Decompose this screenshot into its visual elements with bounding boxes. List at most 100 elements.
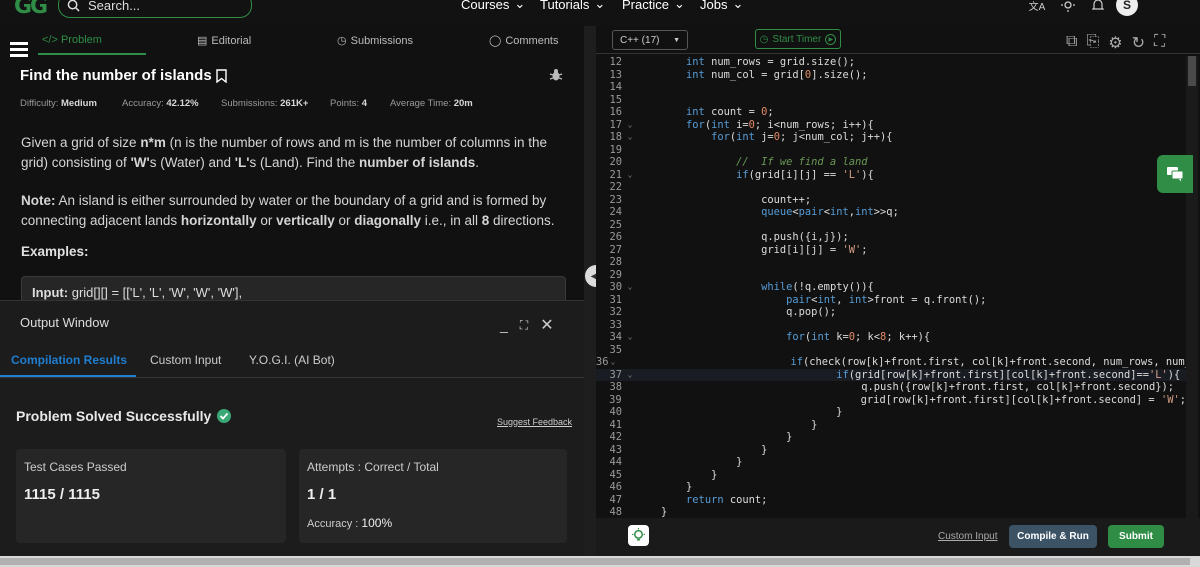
nav-tutorials[interactable]: Tutorials ⌄ — [540, 0, 605, 12]
code-line[interactable]: 34 ⌄ for(int k=0; k<8; k++){ — [596, 331, 1186, 344]
tab-submissions[interactable]: ◷ Submissions — [337, 34, 413, 48]
suggest-feedback-link[interactable]: Suggest Feedback — [497, 417, 572, 427]
tab-problem[interactable]: </> Problem — [42, 34, 102, 46]
line-number: 27 — [609, 243, 622, 256]
fold-chevron-icon[interactable]: ⌄ — [624, 331, 636, 344]
code-line[interactable]: 15 — [596, 94, 1186, 107]
fold-chevron-icon[interactable]: ⌄ — [624, 119, 636, 132]
code-line[interactable]: 41 } — [596, 419, 1186, 432]
code-line[interactable]: 16 int count = 0; — [596, 106, 1186, 119]
code-line[interactable]: 33 — [596, 319, 1186, 332]
line-number: 47 — [609, 493, 622, 506]
code-line[interactable]: 32 q.pop(); — [596, 306, 1186, 319]
code-line[interactable]: 22 — [596, 181, 1186, 194]
translate-icon[interactable]: 文A — [1027, 0, 1047, 14]
code-line[interactable]: 13 int num_col = grid[0].size(); — [596, 69, 1186, 82]
copy-icon[interactable]: ⧉ — [1066, 33, 1077, 53]
tab-editorial[interactable]: ▤ Editorial — [197, 34, 251, 48]
code-line[interactable]: 26 q.push({i,j}); — [596, 231, 1186, 244]
code-line[interactable]: 42 } — [596, 431, 1186, 444]
line-number: 14 — [609, 81, 622, 93]
nav-courses[interactable]: Courses ⌄ — [461, 0, 525, 12]
fold-chevron-icon[interactable]: ⌄ — [624, 131, 636, 144]
tab-yogi-ai-bot[interactable]: Y.O.G.I. (AI Bot) — [249, 353, 335, 367]
report-bug-icon[interactable] — [549, 68, 563, 82]
submit-button[interactable]: Submit — [1108, 525, 1164, 548]
tab-compilation-results[interactable]: Compilation Results — [11, 353, 127, 367]
line-number: 25 — [609, 218, 622, 231]
code-area[interactable]: 12 int num_rows = grid.size(); 13 int num… — [596, 56, 1186, 518]
fold-chevron-icon[interactable]: ⌄ — [624, 281, 636, 294]
code-line[interactable]: 43 } — [596, 444, 1186, 457]
problem-description: Given a grid of size n*m (n is the numbe… — [21, 135, 548, 170]
code-line[interactable]: 30 ⌄ while(!q.empty()){ — [596, 281, 1186, 294]
pane-divider[interactable] — [584, 26, 596, 556]
code-line[interactable]: 38 q.push({row[k]+front.first, col[k]+fr… — [596, 381, 1186, 394]
nav-jobs[interactable]: Jobs ⌄ — [700, 0, 743, 12]
line-number: 38 — [609, 381, 622, 393]
chat-button[interactable] — [1157, 155, 1193, 193]
fold-gutter — [624, 381, 636, 394]
start-timer-button[interactable]: ◷ Start Timer ▶ — [755, 29, 841, 49]
nav-practice[interactable]: Practice ⌄ — [622, 0, 685, 12]
fullscreen-icon[interactable]: ⛶ — [1154, 33, 1165, 53]
gfg-logo[interactable]: GG — [14, 0, 48, 19]
maximize-icon[interactable]: ⛶ — [520, 318, 528, 333]
line-number: 21 — [609, 168, 622, 181]
theme-toggle-icon[interactable] — [1058, 0, 1078, 14]
code-line[interactable]: 36 ⌄ if(check(row[k]+front.first, col[k]+… — [596, 356, 1186, 369]
code-line[interactable]: 12 int num_rows = grid.size(); — [596, 56, 1186, 69]
code-line[interactable]: 20 // If we find a land — [596, 156, 1186, 169]
meta-points: Points: 4 — [330, 98, 367, 109]
line-number: 15 — [609, 93, 622, 106]
tab-custom-input[interactable]: Custom Input — [150, 353, 221, 367]
hamburger-menu-icon[interactable] — [10, 42, 28, 60]
code-line[interactable]: 27 grid[i][j] = 'W'; — [596, 244, 1186, 257]
compile-run-button[interactable]: Compile & Run — [1009, 525, 1097, 548]
search-box[interactable]: Search... — [58, 0, 252, 18]
code-line[interactable]: 19 — [596, 144, 1186, 157]
code-line[interactable]: 24 queue<pair<int,int>>q; — [596, 206, 1186, 219]
code-line[interactable]: 46 } — [596, 481, 1186, 494]
minimize-icon[interactable]: _ — [500, 317, 508, 333]
close-icon[interactable]: ✕ — [540, 315, 553, 335]
lightbulb-icon[interactable] — [628, 525, 649, 546]
code-line[interactable]: 48 } — [596, 506, 1186, 518]
active-tab-indicator — [38, 53, 146, 55]
line-number: 23 — [609, 193, 622, 206]
custom-input-link[interactable]: Custom Input — [938, 531, 997, 542]
code-text: if(grid[row[k]+front.first][col[k]+front… — [836, 368, 1181, 381]
settings-icon[interactable]: ⚙ — [1108, 33, 1122, 53]
page-horizontal-scrollbar[interactable] — [0, 556, 1200, 567]
code-line[interactable]: 23 count++; — [596, 194, 1186, 207]
code-line[interactable]: 39 grid[row[k]+front.first][col[k]+front… — [596, 394, 1186, 407]
code-line[interactable]: 28 — [596, 256, 1186, 269]
bell-icon[interactable] — [1088, 0, 1108, 14]
examples-heading: Examples: — [21, 244, 89, 259]
code-line[interactable]: 35 — [596, 344, 1186, 357]
user-avatar[interactable]: S — [1116, 0, 1138, 16]
bookmark-icon[interactable] — [215, 68, 227, 83]
code-line[interactable]: 44 } — [596, 456, 1186, 469]
fold-gutter — [624, 319, 636, 332]
code-line[interactable]: 18 ⌄ for(int j=0; j<num_col; j++){ — [596, 131, 1186, 144]
code-line[interactable]: 40 } — [596, 406, 1186, 419]
language-select[interactable]: C++ (17) ▼ — [612, 30, 688, 50]
code-line[interactable]: 14 — [596, 81, 1186, 94]
export-icon[interactable]: ⎘ — [1086, 33, 1099, 53]
fold-chevron-icon[interactable]: ⌄ — [624, 169, 636, 182]
code-line[interactable]: 29 — [596, 269, 1186, 282]
reset-icon[interactable]: ↻ — [1132, 33, 1145, 53]
code-text: q.push({i,j}); — [636, 231, 849, 243]
editor-scrollbar[interactable] — [1186, 56, 1198, 518]
code-text: } — [636, 468, 718, 481]
tab-comments[interactable]: ◯ Comments — [489, 34, 559, 48]
code-line[interactable]: 45 } — [596, 469, 1186, 482]
fold-chevron-icon[interactable]: ⌄ — [624, 369, 636, 382]
code-line[interactable]: 21 ⌄ if(grid[i][j] == 'L'){ — [596, 169, 1186, 182]
code-line[interactable]: 25 — [596, 219, 1186, 232]
code-line[interactable]: 47 return count; — [596, 494, 1186, 507]
code-line[interactable]: 37 ⌄ if(grid[row[k]+front.first][col[k]+f… — [596, 368, 1186, 382]
code-line[interactable]: 17 ⌄ for(int i=0; i<num_rows; i++){ — [596, 119, 1186, 132]
code-line[interactable]: 31 pair<int, int>front = q.front(); — [596, 294, 1186, 307]
